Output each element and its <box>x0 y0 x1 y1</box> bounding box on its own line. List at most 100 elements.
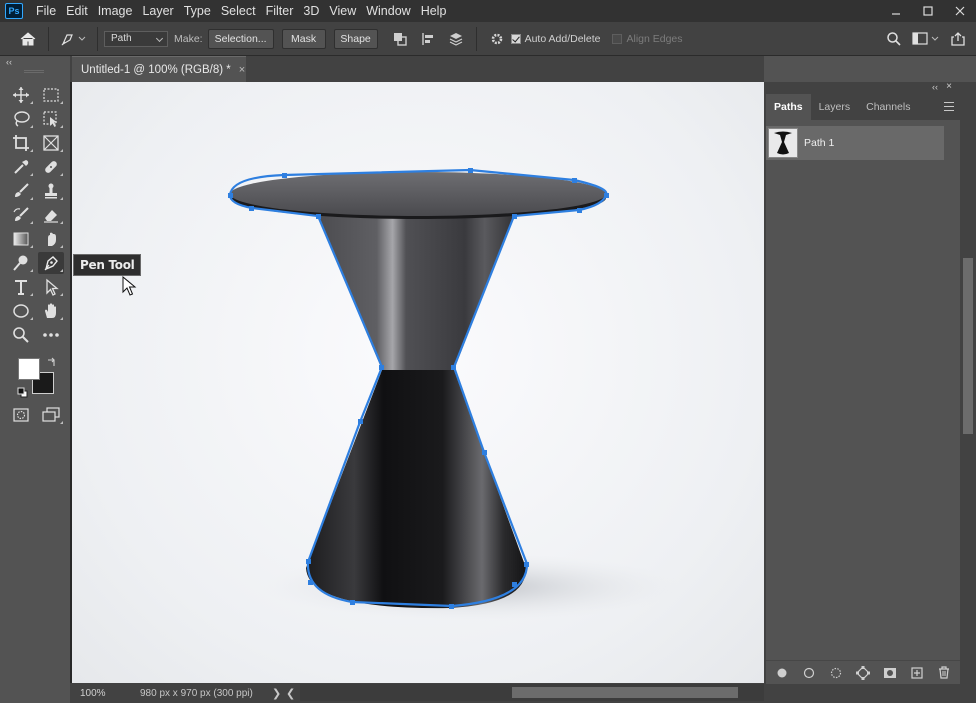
stroke-path-button[interactable] <box>800 664 818 682</box>
tab-layers[interactable]: Layers <box>811 94 859 120</box>
zoom-tool[interactable] <box>8 324 34 346</box>
menu-file[interactable]: File <box>31 0 61 22</box>
screen-mode-button[interactable] <box>38 404 64 426</box>
auto-add-delete-checkbox[interactable] <box>510 33 521 44</box>
horizontal-scroll-thumb[interactable] <box>512 687 738 698</box>
spot-healing-tool[interactable] <box>38 156 64 178</box>
vertical-scrollbar[interactable] <box>960 94 976 684</box>
eraser-icon <box>44 210 58 223</box>
zoom-level[interactable]: 100% <box>70 688 114 699</box>
make-work-path-button[interactable] <box>854 664 872 682</box>
default-colors-button[interactable] <box>17 387 29 402</box>
tab-channels[interactable]: Channels <box>858 94 918 120</box>
document-tab-title: Untitled-1 @ 100% (RGB/8) * <box>81 63 231 76</box>
path-item[interactable]: Path 1 <box>766 126 944 160</box>
panel-menu-icon[interactable] <box>944 102 954 111</box>
foreground-color-swatch[interactable] <box>18 358 40 380</box>
menu-3d[interactable]: 3D <box>298 0 324 22</box>
close-icon <box>955 6 965 16</box>
gradient-tool[interactable] <box>8 228 34 250</box>
hand-tool[interactable] <box>38 300 64 322</box>
make-selection-button[interactable]: Selection... <box>207 28 274 49</box>
zoom-icon <box>13 327 29 343</box>
align-edges-label: Align Edges <box>626 32 683 45</box>
ellipse-tool[interactable] <box>8 300 34 322</box>
toolbar-grip[interactable] <box>24 70 44 73</box>
crop-tool[interactable] <box>8 132 34 154</box>
tab-paths[interactable]: Paths <box>766 94 811 120</box>
lasso-tool[interactable] <box>8 108 34 130</box>
align-edges-checkbox[interactable] <box>612 33 623 44</box>
dodge-tool[interactable] <box>8 252 34 274</box>
load-selection-button[interactable] <box>827 664 845 682</box>
path-operations-button[interactable] <box>386 25 414 53</box>
workspace-switcher[interactable] <box>908 25 944 53</box>
close-document-icon[interactable]: × <box>239 64 245 76</box>
path-name[interactable]: Path 1 <box>804 137 834 149</box>
menu-type[interactable]: Type <box>179 0 216 22</box>
gradient-icon <box>13 232 29 246</box>
close-panels-button[interactable]: × <box>946 81 952 92</box>
make-shape-button[interactable]: Shape <box>333 28 378 49</box>
menu-image[interactable]: Image <box>93 0 138 22</box>
vertical-scroll-thumb[interactable] <box>963 258 973 434</box>
quick-mask-button[interactable] <box>8 404 34 426</box>
add-mask-button[interactable] <box>881 664 899 682</box>
close-window-button[interactable] <box>944 0 976 22</box>
document-tab[interactable]: Untitled-1 @ 100% (RGB/8) * × <box>72 56 246 82</box>
tool-tooltip: Pen Tool <box>73 254 142 276</box>
search-button[interactable] <box>880 25 908 53</box>
collapse-panels-button[interactable]: ‹‹ <box>932 82 938 92</box>
move-tool[interactable] <box>8 84 34 106</box>
menu-filter[interactable]: Filter <box>261 0 299 22</box>
gear-icon <box>491 33 502 44</box>
eraser-tool[interactable] <box>38 204 64 226</box>
history-brush-tool[interactable] <box>8 204 34 226</box>
share-button[interactable] <box>944 25 972 53</box>
edit-toolbar-button[interactable] <box>38 324 64 346</box>
default-colors-icon <box>17 387 28 398</box>
home-icon <box>20 31 36 45</box>
swap-colors-button[interactable] <box>46 356 58 371</box>
menu-edit[interactable]: Edit <box>61 0 93 22</box>
work-path-icon <box>855 665 870 680</box>
menu-layer[interactable]: Layer <box>137 0 178 22</box>
path-alignment-icon <box>421 32 433 45</box>
path-arrangement-button[interactable] <box>442 25 470 53</box>
path-alignment-button[interactable] <box>414 25 442 53</box>
canvas-area <box>70 82 764 683</box>
menu-view[interactable]: View <box>324 0 361 22</box>
tool-preset-picker[interactable] <box>55 25 91 53</box>
document-canvas[interactable] <box>72 82 764 683</box>
menu-select[interactable]: Select <box>216 0 261 22</box>
clone-stamp-tool[interactable] <box>38 180 64 202</box>
load-selection-icon <box>830 667 841 678</box>
minimize-button[interactable] <box>880 0 912 22</box>
pen-mode-select[interactable]: Path <box>104 30 168 47</box>
delete-path-button[interactable] <box>935 664 953 682</box>
make-mask-button[interactable]: Mask <box>281 28 326 49</box>
pen-settings-button[interactable] <box>483 25 511 53</box>
pen-tool[interactable] <box>38 252 64 274</box>
frame-tool[interactable] <box>38 132 64 154</box>
menu-window[interactable]: Window <box>361 0 415 22</box>
search-icon <box>887 31 901 46</box>
maximize-button[interactable] <box>912 0 944 22</box>
eyedropper-tool[interactable] <box>8 156 34 178</box>
status-menu-arrow[interactable]: ❯ <box>272 687 286 700</box>
type-tool[interactable] <box>8 276 34 298</box>
menu-help[interactable]: Help <box>416 0 452 22</box>
panel-header-strip: ‹‹ × <box>764 81 960 94</box>
smudge-tool[interactable] <box>38 228 64 250</box>
panel-tabs: Paths Layers Channels <box>766 94 960 120</box>
fill-path-button[interactable] <box>773 664 791 682</box>
toolbar-collapse[interactable]: ‹‹ <box>0 56 70 68</box>
table-image <box>228 168 682 621</box>
marquee-tool[interactable] <box>38 84 64 106</box>
path-selection-tool[interactable] <box>38 276 64 298</box>
brush-tool[interactable] <box>8 180 34 202</box>
scroll-left-arrow[interactable]: ❮ <box>286 687 300 700</box>
object-selection-tool[interactable] <box>38 108 64 130</box>
new-path-button[interactable] <box>908 664 926 682</box>
home-button[interactable] <box>14 25 42 53</box>
